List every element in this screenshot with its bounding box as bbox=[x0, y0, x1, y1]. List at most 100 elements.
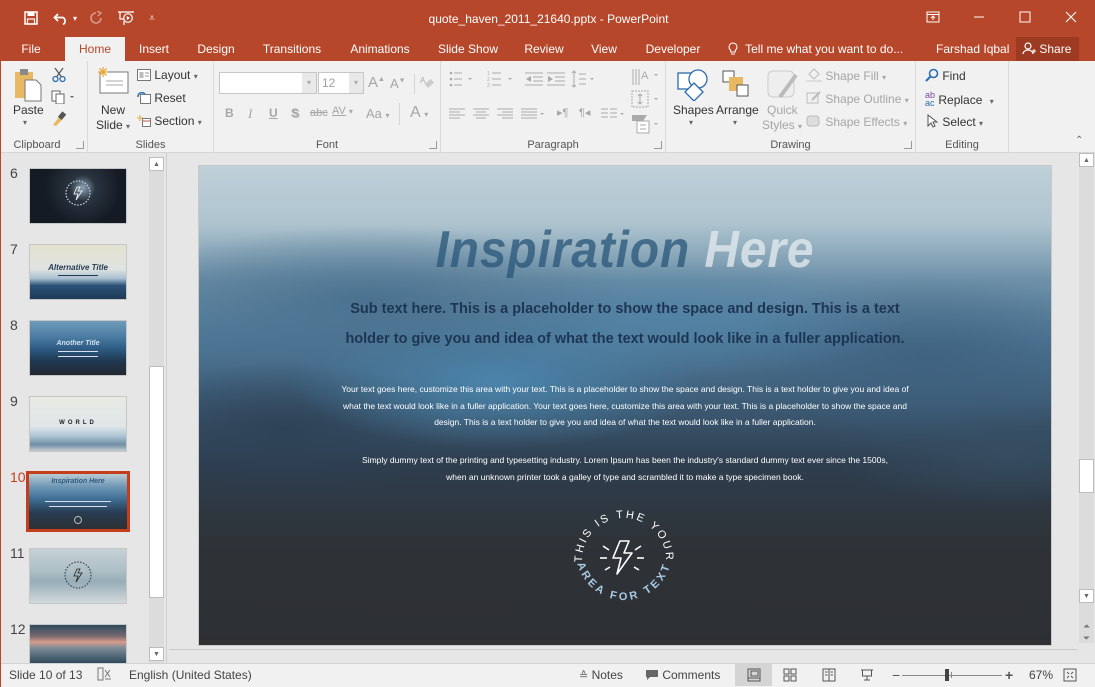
shape-fill-button[interactable]: Shape Fill ▾ bbox=[806, 68, 886, 83]
align-right-icon[interactable] bbox=[497, 107, 513, 121]
tab-home[interactable]: Home bbox=[65, 37, 125, 61]
paste-icon[interactable] bbox=[13, 67, 43, 103]
shape-effects-button[interactable]: Shape Effects ▾ bbox=[806, 114, 907, 129]
shadow-button[interactable]: S bbox=[291, 106, 299, 120]
slide-scroll-thumb[interactable] bbox=[1079, 459, 1094, 493]
close-button[interactable] bbox=[1048, 1, 1094, 33]
align-text-icon[interactable] bbox=[631, 89, 661, 109]
replace-button[interactable]: ab ac Replace ▾ bbox=[925, 91, 994, 108]
slide-thumbnail-12[interactable] bbox=[29, 624, 127, 663]
tell-me-search[interactable]: Tell me what you want to do... bbox=[728, 37, 903, 61]
shapes-dropdown-icon[interactable]: ▾ bbox=[689, 118, 693, 127]
grow-font-button[interactable]: A▲ bbox=[368, 74, 385, 91]
character-spacing-button[interactable]: AV ▾ bbox=[332, 105, 353, 117]
font-dialog-launcher[interactable] bbox=[429, 141, 437, 149]
arrange-button[interactable]: Arrange bbox=[716, 103, 759, 117]
zoom-slider-track[interactable] bbox=[902, 675, 1002, 676]
tab-transitions[interactable]: Transitions bbox=[255, 37, 329, 61]
thumbnail-scrollbar[interactable]: ▲ ▼ bbox=[149, 157, 164, 663]
arrange-icon[interactable] bbox=[721, 69, 751, 99]
slide-thumbnail-11[interactable] bbox=[29, 548, 127, 604]
quick-styles-button[interactable]: Styles ▾ bbox=[762, 118, 802, 132]
ltr-icon[interactable]: ▸¶ bbox=[557, 106, 568, 119]
slide-title[interactable]: Inspiration Here bbox=[233, 220, 1017, 280]
ribbon-display-options-button[interactable] bbox=[910, 1, 956, 33]
shapes-icon[interactable] bbox=[676, 67, 710, 101]
shape-outline-button[interactable]: Shape Outline ▾ bbox=[806, 91, 909, 106]
thumbnail-scroll-thumb[interactable] bbox=[149, 366, 164, 598]
zoom-level[interactable]: 67% bbox=[1029, 664, 1053, 686]
spell-check-icon[interactable] bbox=[97, 664, 113, 686]
new-slide-icon[interactable] bbox=[97, 67, 129, 95]
increase-indent-icon[interactable] bbox=[547, 71, 565, 87]
slide-body-text-2[interactable]: Simply dummy text of the printing and ty… bbox=[359, 452, 891, 485]
font-size-input[interactable]: 12 ▾ bbox=[318, 72, 364, 94]
underline-button[interactable]: U bbox=[269, 106, 278, 120]
font-color-button[interactable]: A ▾ bbox=[410, 104, 428, 122]
change-case-button[interactable]: Aa ▾ bbox=[366, 106, 390, 121]
slide-body-text-1[interactable]: Your text goes here, customize this area… bbox=[334, 381, 916, 431]
bullets-icon[interactable] bbox=[449, 71, 477, 87]
paste-label[interactable]: Paste bbox=[13, 103, 44, 117]
slide-show-button[interactable] bbox=[860, 664, 874, 686]
line-spacing-icon[interactable] bbox=[571, 69, 597, 89]
arrange-dropdown-icon[interactable]: ▾ bbox=[733, 118, 737, 127]
slide-sorter-button[interactable] bbox=[783, 664, 797, 686]
tab-review[interactable]: Review bbox=[517, 37, 571, 61]
format-painter-icon[interactable] bbox=[51, 111, 67, 127]
shrink-font-button[interactable]: A▼ bbox=[390, 76, 406, 91]
font-name-input[interactable]: ▾ bbox=[219, 72, 317, 94]
convert-to-smartart-icon[interactable] bbox=[631, 113, 661, 135]
slide-thumbnail-9[interactable]: WORLD bbox=[29, 396, 127, 452]
decrease-indent-icon[interactable] bbox=[525, 71, 543, 87]
copy-icon[interactable] bbox=[51, 89, 77, 105]
quick-styles-label-1[interactable]: Quick bbox=[767, 103, 798, 117]
slide-thumbnail-7[interactable]: Alternative Title bbox=[29, 244, 127, 300]
align-left-icon[interactable] bbox=[449, 107, 465, 121]
minimize-button[interactable] bbox=[956, 1, 1002, 33]
language-indicator[interactable]: English (United States) bbox=[129, 664, 252, 686]
slide-scrollbar[interactable]: ▲ ▼ bbox=[1079, 153, 1094, 643]
comments-button[interactable]: Comments bbox=[645, 664, 720, 686]
new-slide-button[interactable]: Slide ▾ bbox=[96, 118, 130, 132]
tab-design[interactable]: Design bbox=[189, 37, 243, 61]
layout-button[interactable]: Layout ▾ bbox=[137, 68, 198, 82]
normal-view-button[interactable] bbox=[735, 664, 772, 686]
zoom-out-button[interactable]: − bbox=[892, 664, 900, 686]
paste-dropdown-icon[interactable]: ▾ bbox=[23, 118, 27, 127]
slide-scroll-up-button[interactable]: ▲ bbox=[1079, 153, 1094, 167]
zoom-in-button[interactable]: + bbox=[1005, 664, 1013, 686]
maximize-button[interactable] bbox=[1002, 1, 1048, 33]
section-button[interactable]: Section ▾ bbox=[137, 114, 202, 128]
clear-formatting-icon[interactable]: A bbox=[418, 74, 436, 92]
tab-slide-show[interactable]: Slide Show bbox=[431, 37, 505, 61]
text-badge[interactable]: THIS IS THE YOUR AREA FOR TEXT bbox=[562, 496, 686, 620]
font-name-dropdown-icon[interactable]: ▾ bbox=[302, 73, 316, 93]
numbering-icon[interactable]: 123 bbox=[487, 71, 517, 87]
previous-slide-button[interactable]: ⏶ bbox=[1079, 621, 1094, 633]
font-size-dropdown-icon[interactable]: ▾ bbox=[349, 73, 363, 93]
quick-styles-icon[interactable] bbox=[766, 67, 800, 101]
strikethrough-button[interactable]: abc bbox=[310, 107, 328, 119]
slide-canvas[interactable]: Inspiration Here Sub text here. This is … bbox=[198, 165, 1052, 646]
fit-slide-button[interactable] bbox=[1063, 664, 1077, 686]
bold-button[interactable]: B bbox=[225, 106, 234, 120]
tab-view[interactable]: View bbox=[583, 37, 625, 61]
tab-file[interactable]: File bbox=[11, 37, 51, 61]
slide-thumbnail-6[interactable] bbox=[29, 168, 127, 224]
share-button[interactable]: Share bbox=[1016, 37, 1079, 61]
thumbnail-scroll-up-button[interactable]: ▲ bbox=[149, 157, 164, 171]
text-direction-icon[interactable]: A bbox=[631, 67, 661, 87]
next-slide-button[interactable]: ⏷ bbox=[1079, 633, 1094, 645]
thumbnail-scroll-down-button[interactable]: ▼ bbox=[149, 647, 164, 661]
reset-button[interactable]: Reset bbox=[137, 91, 186, 105]
reading-view-button[interactable] bbox=[822, 664, 836, 686]
shapes-button[interactable]: Shapes bbox=[673, 103, 714, 117]
notes-button[interactable]: ≙ Notes bbox=[579, 664, 623, 686]
columns-icon[interactable] bbox=[601, 107, 627, 121]
find-button[interactable]: Find bbox=[925, 68, 966, 83]
tab-animations[interactable]: Animations bbox=[341, 37, 419, 61]
zoom-slider-thumb[interactable] bbox=[945, 669, 949, 681]
user-name[interactable]: Farshad Iqbal bbox=[936, 37, 1009, 61]
tab-insert[interactable]: Insert bbox=[129, 37, 179, 61]
